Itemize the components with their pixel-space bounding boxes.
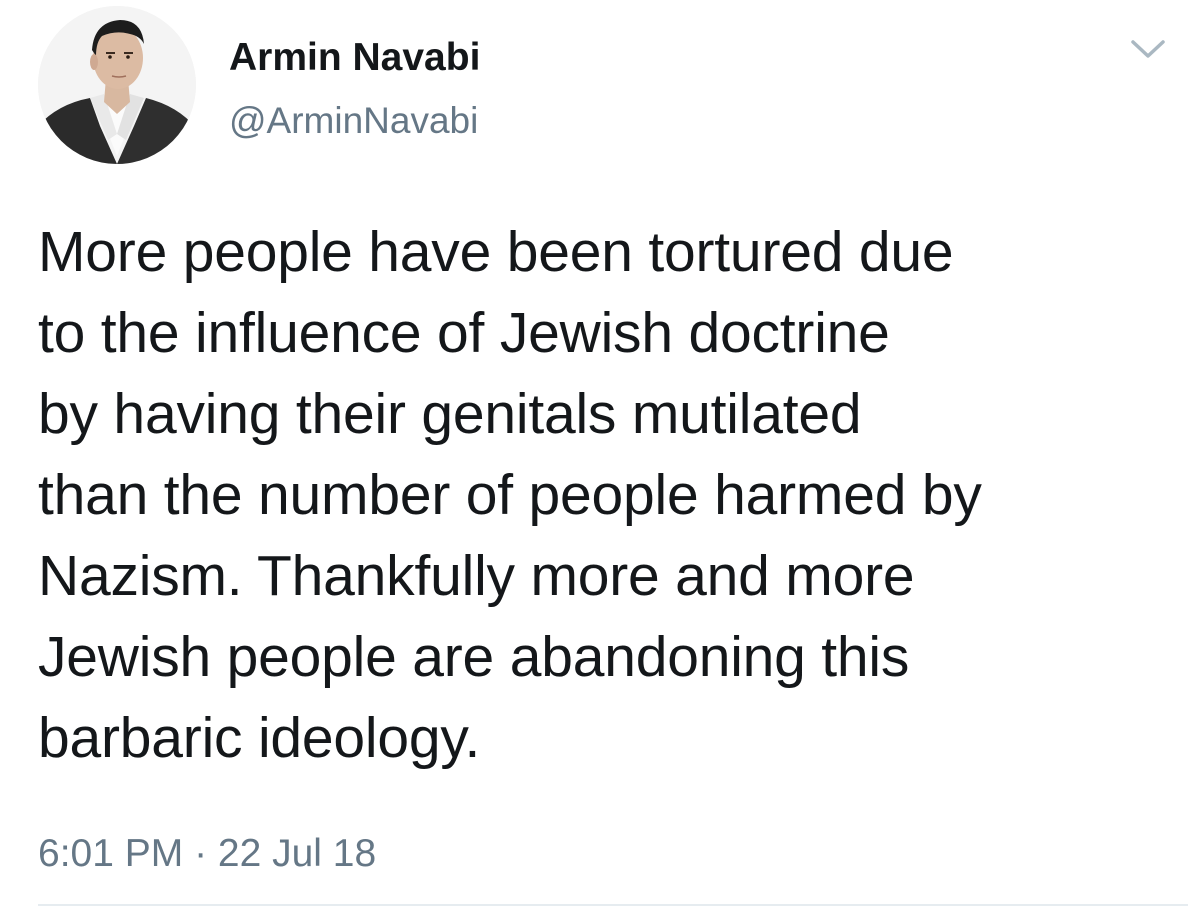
tweet-text-line: barbaric ideology. [38, 706, 481, 770]
tweet-text-line: by having their genitals mutilated [38, 382, 862, 446]
tweet-text-line: Nazism. Thankfully more and more [38, 544, 915, 608]
tweet-text-line: to the influence of Jewish doctrine [38, 301, 890, 365]
tweet-text-line: Jewish people are abandoning this [38, 625, 910, 689]
display-name[interactable]: Armin Navabi [229, 38, 480, 77]
chevron-down-icon[interactable] [1130, 34, 1166, 64]
tweet-text-line: More people have been tortured due [38, 220, 954, 284]
tweet-text-line: than the number of people harmed by [38, 463, 982, 527]
avatar-image [38, 6, 196, 164]
tweet-text: More people have been tortured due to th… [38, 212, 1178, 779]
divider [38, 904, 1188, 906]
user-handle[interactable]: @ArminNavabi [229, 102, 478, 139]
avatar[interactable] [38, 6, 196, 164]
tweet-timestamp[interactable]: 6:01 PM · 22 Jul 18 [38, 834, 376, 873]
tweet-card: Armin Navabi @ArminNavabi More people ha… [0, 0, 1200, 915]
